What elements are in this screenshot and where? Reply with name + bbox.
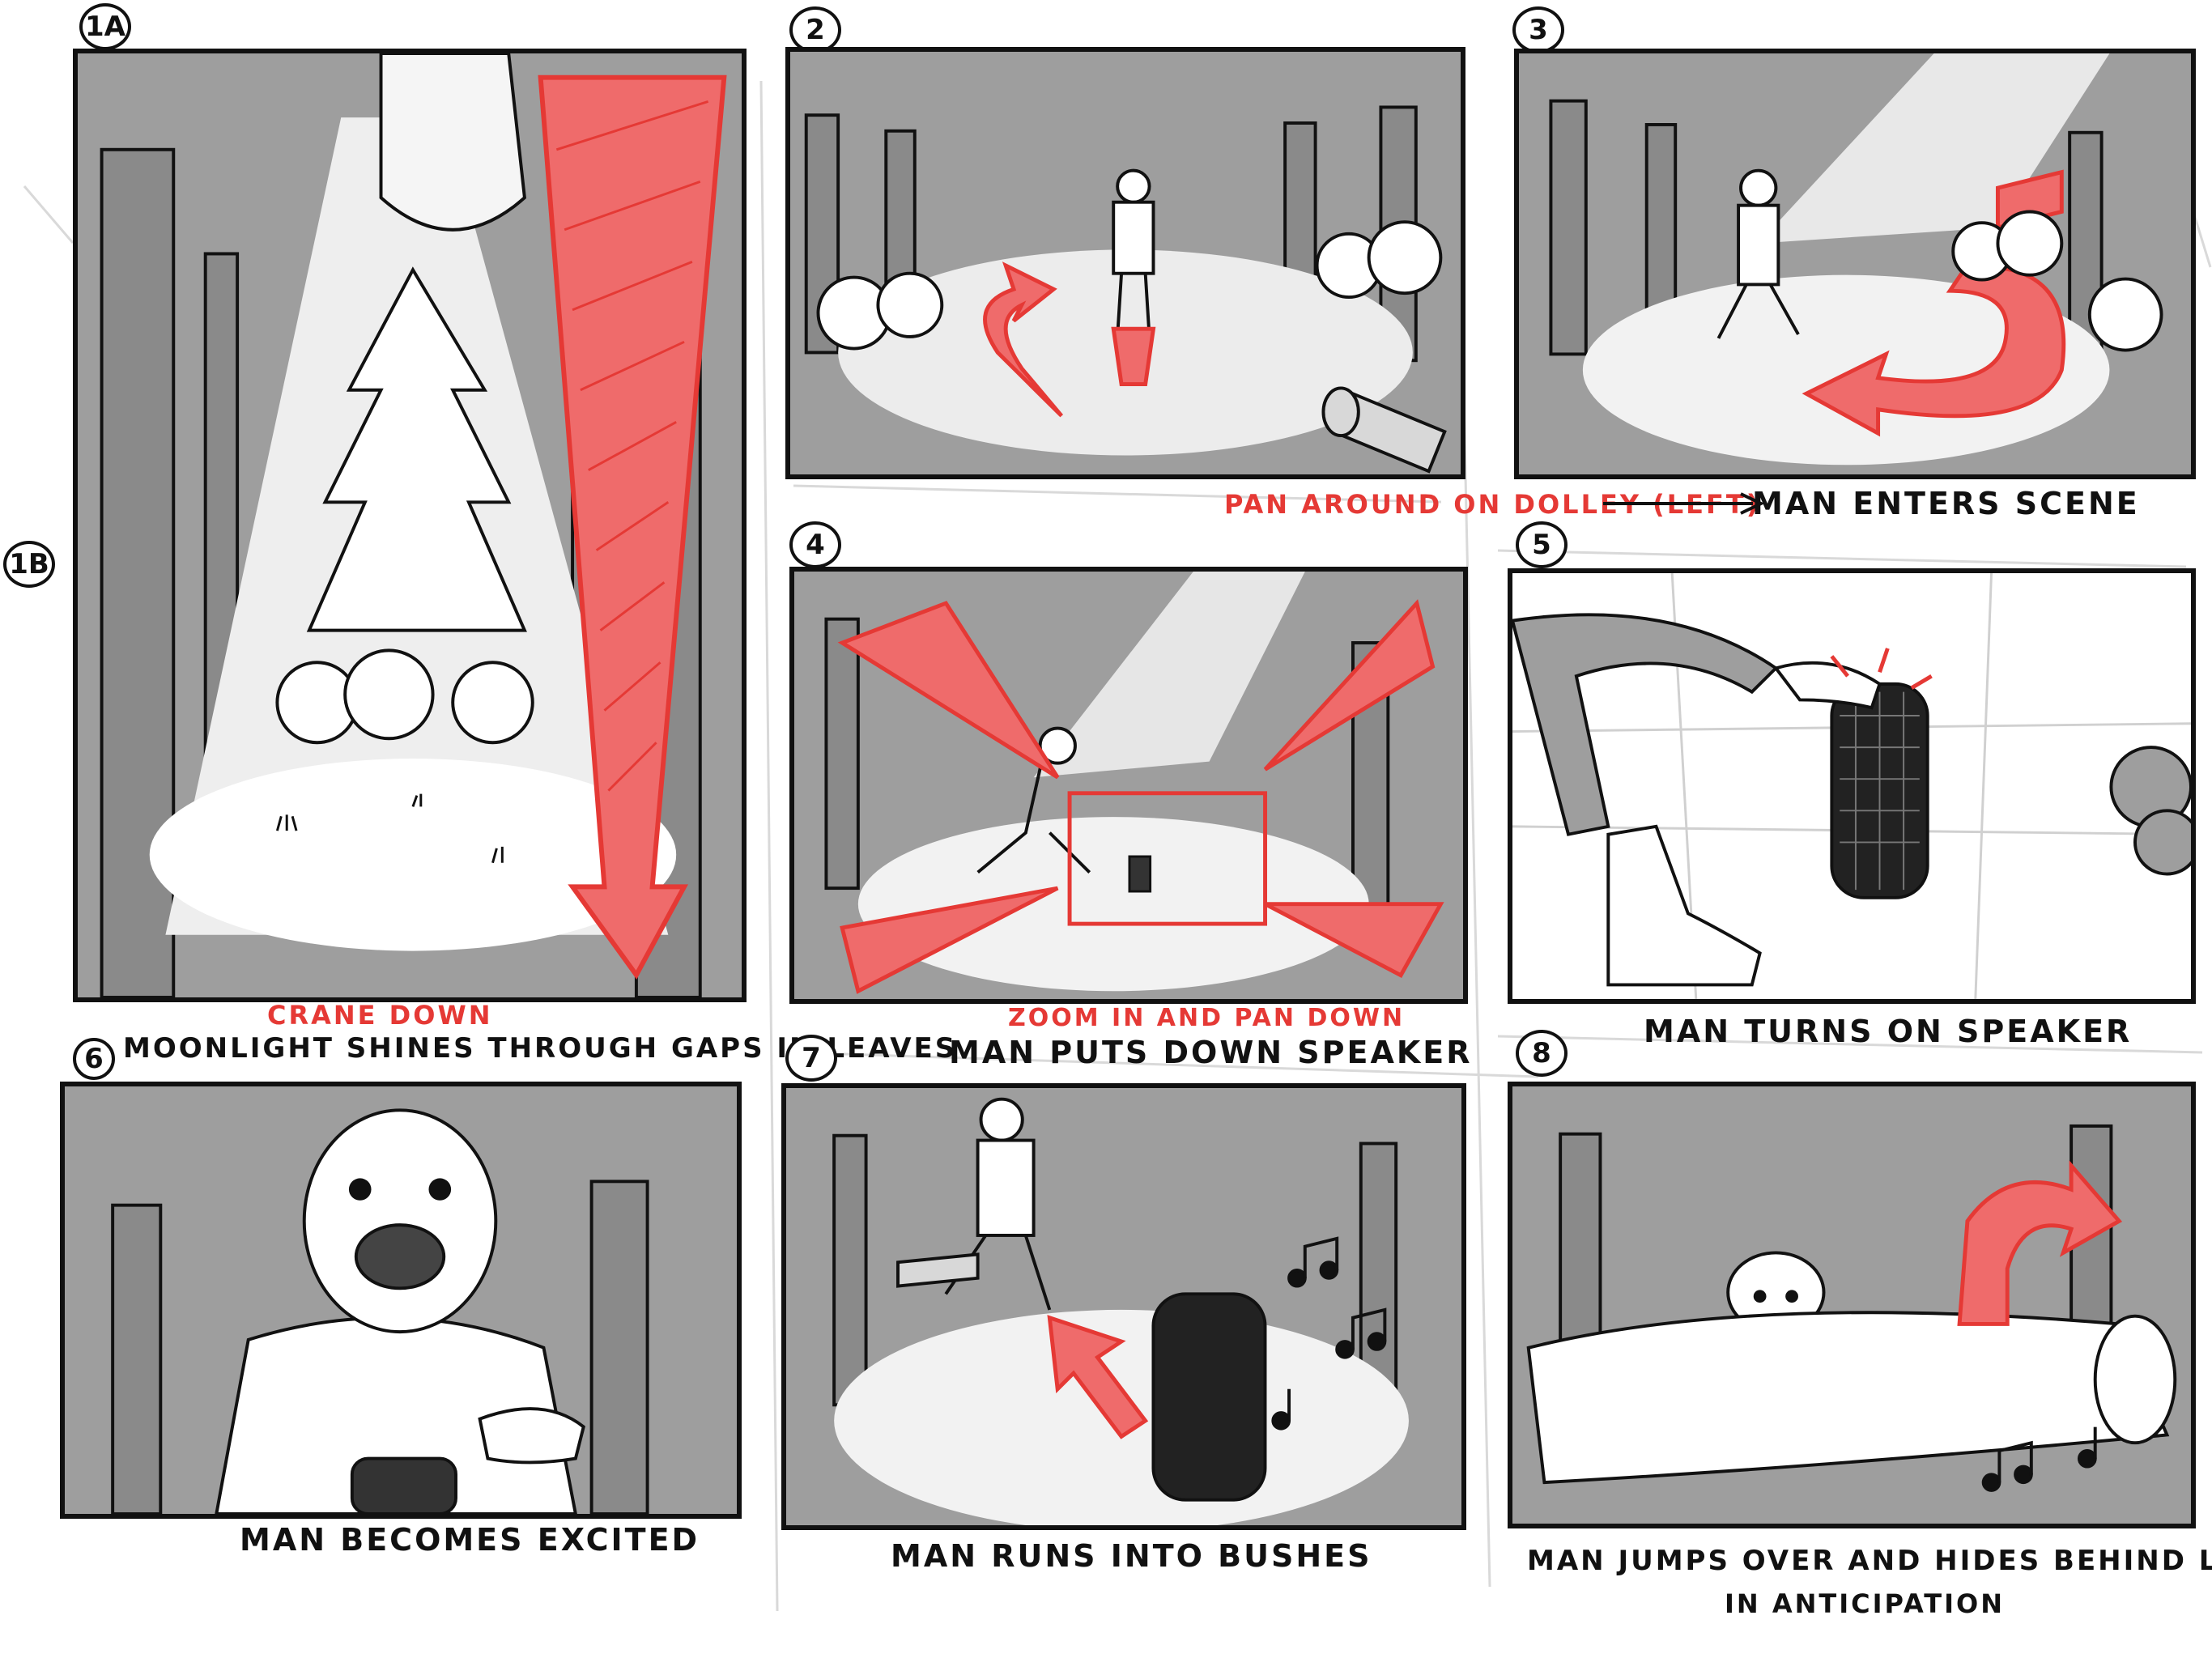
panel-number-3: 3 — [1512, 6, 1564, 53]
panel-5-illustration — [1512, 573, 2191, 999]
panel-4-illustration — [794, 572, 1463, 999]
panel-8-caption: MAN JUMPS OVER AND HIDES BEHIND LOG — [1527, 1545, 2212, 1577]
panel-number-5: 5 — [1516, 521, 1568, 568]
panel-7-frame — [781, 1083, 1466, 1530]
panel-number-6: 6 — [73, 1038, 115, 1080]
panel-4-note: ZOOM IN AND PAN DOWN — [1008, 1004, 1406, 1032]
panel-8-caption-line2: IN ANTICIPATION — [1725, 1588, 2006, 1619]
panel-6-caption: MAN BECOMES EXCITED — [240, 1522, 700, 1558]
panel-5-caption: MAN TURNS ON SPEAKER — [1644, 1014, 2133, 1049]
speaker-icon — [1830, 682, 1929, 899]
panel-8-illustration — [1512, 1086, 2191, 1524]
panel-7-caption: MAN RUNS INTO BUSHES — [891, 1538, 1372, 1574]
panel-3-illustration — [1519, 53, 2191, 474]
panel-side-label-1b: 1B — [3, 541, 55, 588]
panel-number-7: 7 — [785, 1035, 837, 1082]
panel-5-frame — [1508, 568, 2196, 1004]
panel-number-8: 8 — [1516, 1030, 1568, 1077]
panel-7-illustration — [786, 1088, 1461, 1525]
panel-4-caption: MAN PUTS DOWN SPEAKER — [949, 1035, 1473, 1070]
panel-8-frame — [1508, 1082, 2196, 1528]
panel-4-frame — [789, 567, 1468, 1004]
panel-2-illustration — [790, 52, 1461, 474]
panel-3-frame — [1514, 49, 2196, 479]
panel-1a-illustration — [78, 53, 742, 997]
panel-number-1a: 1A — [79, 3, 131, 50]
storyboard-sheet: 1A 1B CRANE DOWN 6 MOONLIGHT SHINES THRO… — [0, 0, 2212, 1658]
panel-2-frame — [785, 47, 1465, 479]
panel-1a-frame — [73, 49, 747, 1002]
panel-6-illustration — [65, 1086, 737, 1514]
panel-number-4: 4 — [789, 521, 841, 568]
panel-3-caption: MAN ENTERS SCENE — [1752, 486, 2140, 521]
right-arrow-icon — [1603, 486, 1765, 518]
panel-6-frame — [60, 1082, 742, 1519]
panel-1a-note: CRANE DOWN — [267, 1000, 493, 1031]
